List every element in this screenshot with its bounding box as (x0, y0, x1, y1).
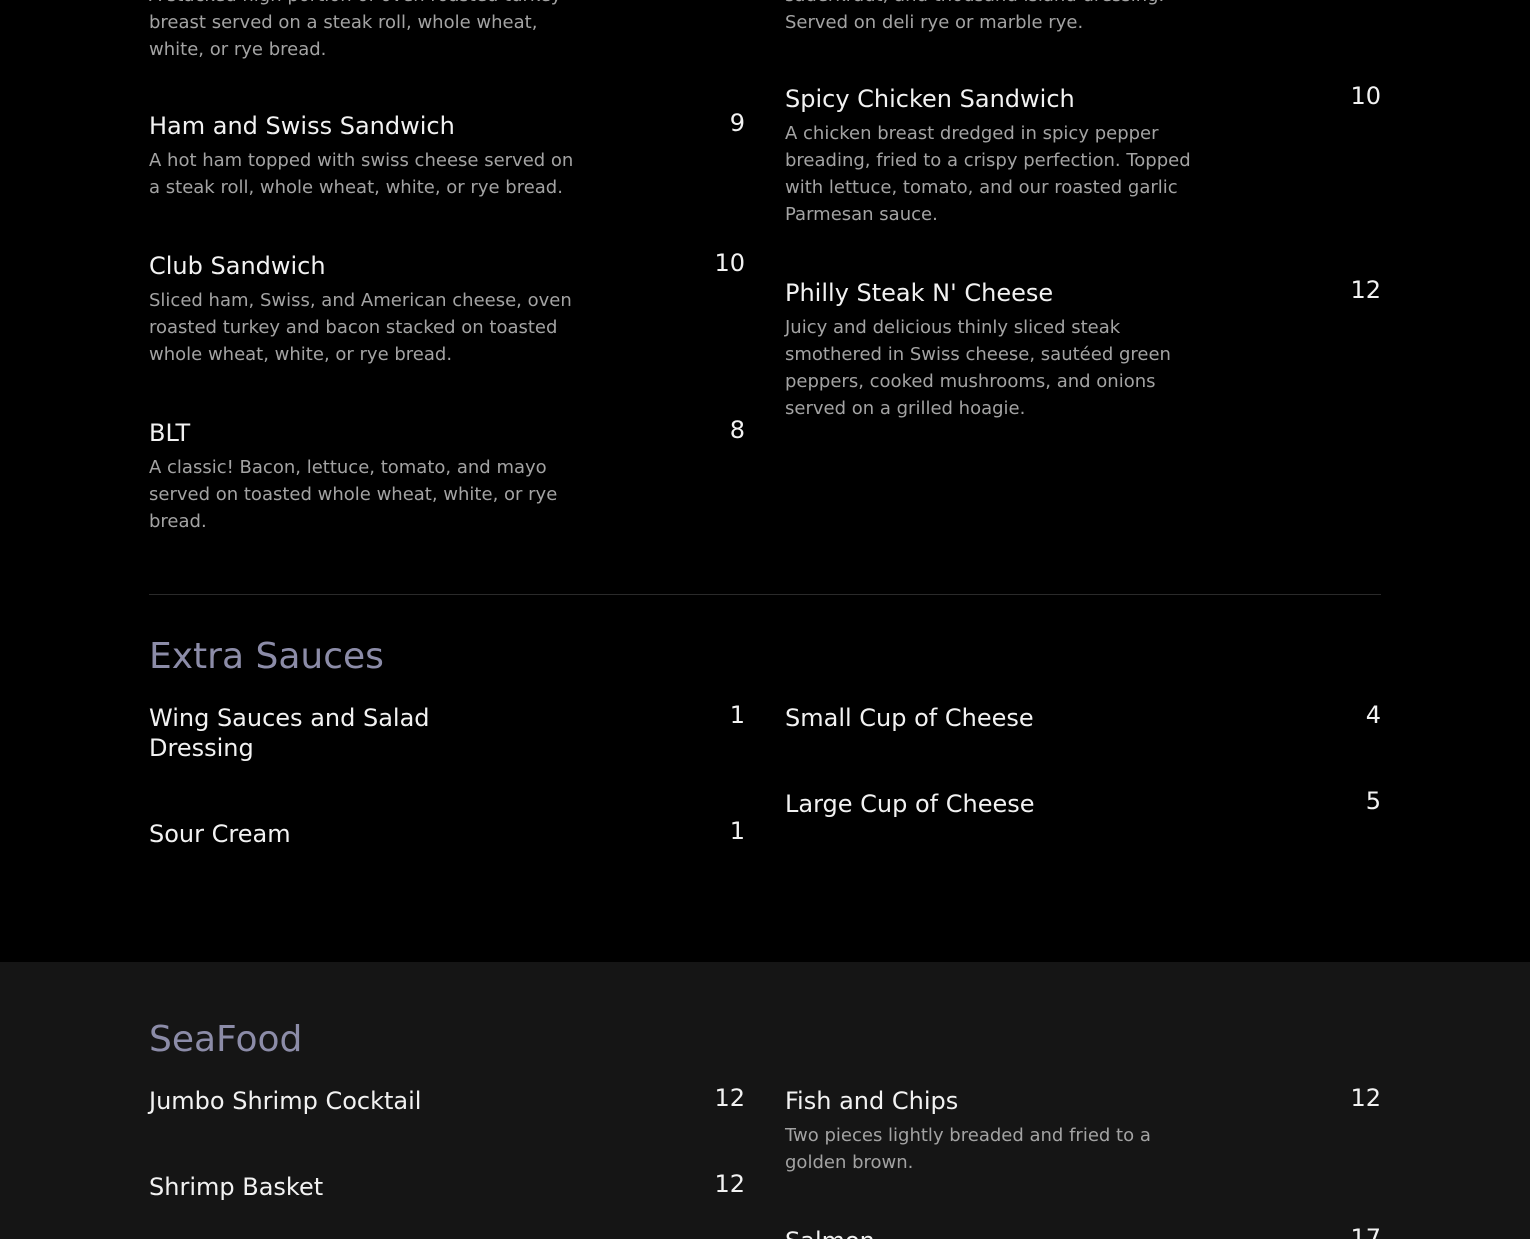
item-description: Two pieces lightly breaded and fried to … (785, 1125, 1151, 1173)
item-name: Shrimp Basket (149, 1173, 324, 1201)
menu-item-ham-swiss[interactable]: Ham and Swiss Sandwich 9 A hot ham toppe… (149, 109, 745, 201)
section-divider (149, 594, 1381, 595)
item-price: 17 (1350, 1224, 1381, 1239)
section-title-seafood: SeaFood (149, 1019, 303, 1060)
item-name: BLT (149, 419, 191, 447)
item-description: Sliced ham, Swiss, and American cheese, … (149, 290, 572, 365)
menu-item-club[interactable]: Club Sandwich 10 Sliced ham, Swiss, and … (149, 249, 745, 368)
menu-item-partial: sauerkraut, and thousand island dressing… (785, 0, 1381, 36)
item-description: A classic! Bacon, lettuce, tomato, and m… (149, 457, 558, 532)
seafood-section: SeaFood Jumbo Shrimp Cocktail 12 Shrimp … (0, 962, 1530, 1239)
menu-item-small-cheese[interactable]: Small Cup of Cheese 4 (785, 701, 1381, 733)
item-description: A chicken breast dredged in spicy pepper… (785, 123, 1191, 225)
menu-item-fish-chips[interactable]: Fish and Chips 12 Two pieces lightly bre… (785, 1084, 1381, 1176)
item-name: Fish and Chips (785, 1087, 959, 1115)
item-name: Large Cup of Cheese (785, 790, 1035, 818)
item-price: 10 (714, 249, 745, 277)
item-price: 12 (714, 1084, 745, 1112)
menu-item-sour-cream[interactable]: Sour Cream 1 (149, 817, 745, 849)
item-price: 12 (1350, 276, 1381, 304)
item-name: Spicy Chicken Sandwich (785, 85, 1075, 113)
menu-page: A stacked high portion of oven roasted t… (0, 0, 1530, 1239)
item-price: 12 (1350, 1084, 1381, 1112)
item-price: 8 (729, 416, 745, 444)
item-name: Jumbo Shrimp Cocktail (149, 1087, 422, 1115)
menu-item-salmon[interactable]: Salmon 17 (785, 1224, 1381, 1239)
menu-item-shrimp-basket[interactable]: Shrimp Basket 12 (149, 1170, 745, 1202)
item-price: 1 (729, 701, 745, 729)
item-price: 10 (1350, 82, 1381, 110)
item-name: Small Cup of Cheese (785, 704, 1034, 732)
section-title-extra-sauces: Extra Sauces (149, 636, 384, 677)
item-description: A hot ham topped with swiss cheese serve… (149, 150, 574, 198)
item-description: Juicy and delicious thinly sliced steak … (785, 317, 1171, 419)
menu-item-philly[interactable]: Philly Steak N' Cheese 12 Juicy and deli… (785, 276, 1381, 422)
item-name: Philly Steak N' Cheese (785, 279, 1054, 307)
item-name: Club Sandwich (149, 252, 326, 280)
menu-item-wing-sauces[interactable]: Wing Sauces and Salad Dressing 1 (149, 701, 745, 763)
menu-item-blt[interactable]: BLT 8 A classic! Bacon, lettuce, tomato,… (149, 416, 745, 535)
item-description: A stacked high portion of oven roasted t… (149, 0, 561, 60)
item-price: 9 (729, 109, 745, 137)
item-price: 4 (1365, 701, 1381, 729)
menu-item-partial: A stacked high portion of oven roasted t… (149, 0, 745, 63)
item-name: Ham and Swiss Sandwich (149, 112, 455, 140)
menu-item-large-cheese[interactable]: Large Cup of Cheese 5 (785, 787, 1381, 819)
item-name: Sour Cream (149, 820, 291, 848)
menu-item-spicy-chicken[interactable]: Spicy Chicken Sandwich 10 A chicken brea… (785, 82, 1381, 228)
item-name: Salmon (785, 1226, 1225, 1239)
item-price: 5 (1365, 787, 1381, 815)
item-description: sauerkraut, and thousand island dressing… (785, 0, 1164, 33)
item-name: Wing Sauces and Salad Dressing (149, 704, 430, 762)
menu-item-jumbo-shrimp[interactable]: Jumbo Shrimp Cocktail 12 (149, 1084, 745, 1116)
item-price: 12 (714, 1170, 745, 1198)
item-price: 1 (729, 817, 745, 845)
